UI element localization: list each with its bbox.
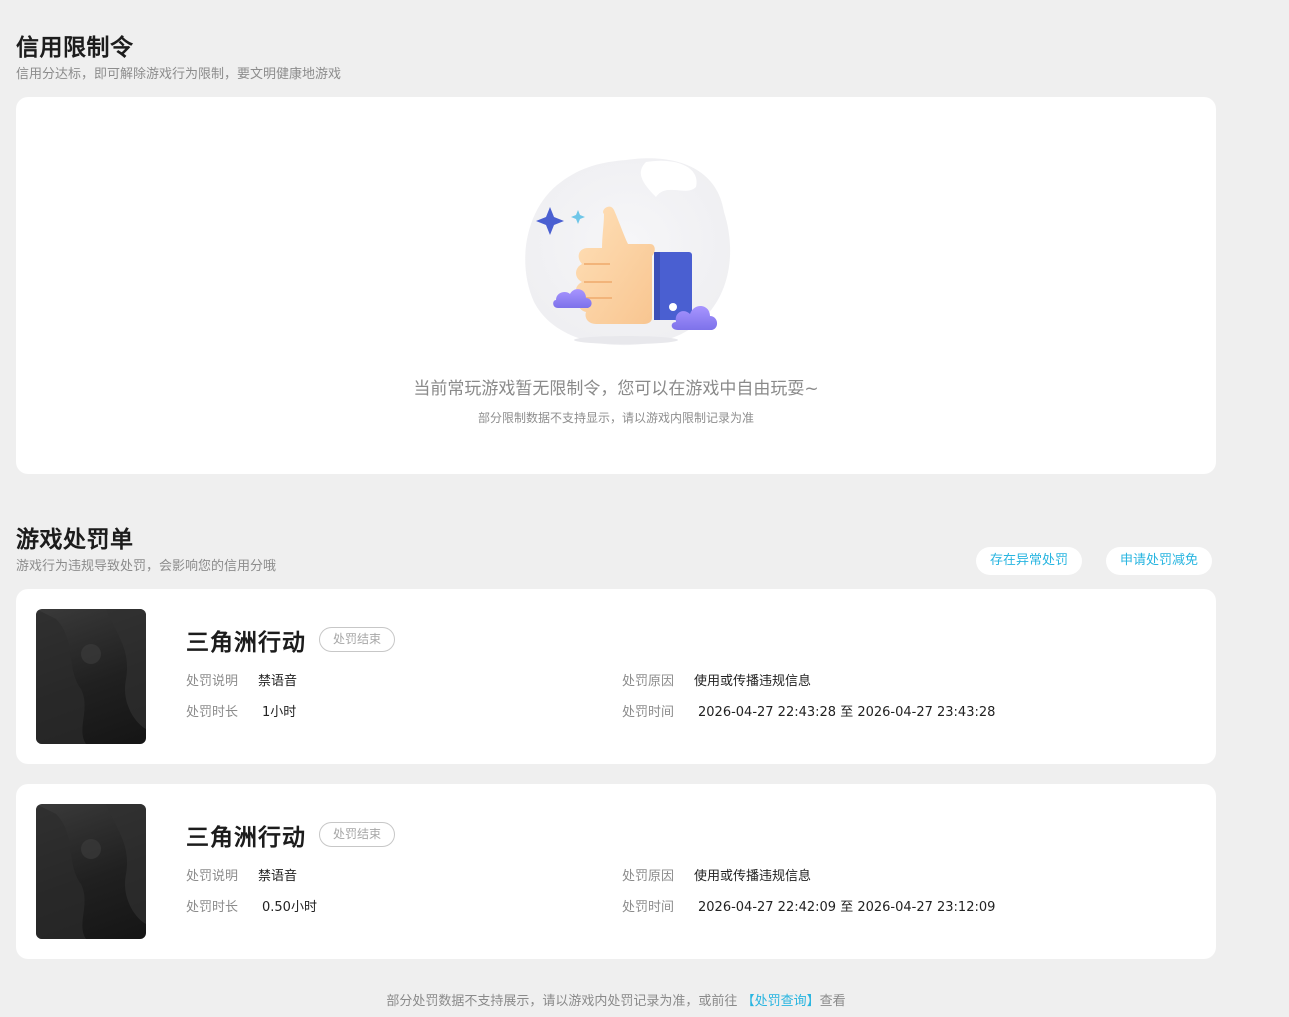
game-cover-art (36, 609, 146, 744)
status-badge: 处罚结束 (319, 822, 396, 847)
reason-label: 处罚原因 (622, 869, 675, 884)
credit-page: 信用限制令 信用分达标，即可解除游戏行为限制，要文明健康地游戏 当前常玩游戏暂无… (0, 0, 1289, 1017)
reason-value: 使用或传播违规信息 (694, 869, 812, 884)
restriction-title: 信用限制令 (16, 35, 134, 61)
game-cover-image (36, 609, 146, 744)
game-cover-art (36, 804, 146, 939)
footer-suffix: 查看 (819, 994, 846, 1009)
footer-text: 部分处罚数据不支持展示，请以游戏内处罚记录为准，或前往 (386, 994, 738, 1009)
duration-label: 处罚时长 (186, 705, 239, 720)
footer-note: 部分处罚数据不支持展示，请以游戏内处罚记录为准，或前往 【处罚查询】查看 (0, 990, 1232, 1009)
desc-value: 禁语音 (258, 869, 298, 884)
time-value: 2026-04-27 22:43:28 至 2026-04-27 23:43:2… (698, 705, 996, 720)
desc-label: 处罚说明 (186, 869, 239, 884)
game-name: 三角洲行动 (186, 825, 306, 851)
apply-reduction-button[interactable]: 申请处罚减免 (1106, 547, 1213, 575)
restriction-card: 当前常玩游戏暂无限制令，您可以在游戏中自由玩耍~ 部分限制数据不支持显示，请以游… (16, 97, 1216, 474)
empty-state-note: 部分限制数据不支持显示，请以游戏内限制记录为准 (477, 411, 754, 425)
desc-value: 禁语音 (258, 674, 298, 689)
time-label: 处罚时间 (622, 900, 675, 915)
reason-label: 处罚原因 (622, 674, 675, 689)
duration-value: 0.50小时 (262, 900, 317, 915)
penalty-title: 游戏处罚单 (16, 527, 134, 553)
time-value: 2026-04-27 22:42:09 至 2026-04-27 23:12:0… (698, 900, 996, 915)
penalty-card[interactable]: 三角洲行动 处罚结束 处罚说明 禁语音 处罚原因 使用或传播违规信息 处罚时长 … (16, 784, 1216, 959)
duration-label: 处罚时长 (186, 900, 239, 915)
abnormal-penalty-button[interactable]: 存在异常处罚 (976, 547, 1083, 575)
penalty-subtitle: 游戏行为违规导致处罚，会影响您的信用分哦 (16, 559, 277, 574)
restriction-subtitle: 信用分达标，即可解除游戏行为限制，要文明健康地游戏 (16, 67, 342, 82)
game-name: 三角洲行动 (186, 630, 306, 656)
status-badge: 处罚结束 (319, 627, 396, 652)
penalty-query-link[interactable]: 【处罚查询】 (742, 994, 820, 1009)
reason-value: 使用或传播违规信息 (694, 674, 812, 689)
game-cover-image (36, 804, 146, 939)
desc-label: 处罚说明 (186, 674, 239, 689)
penalty-card[interactable]: 三角洲行动 处罚结束 处罚说明 禁语音 处罚原因 使用或传播违规信息 处罚时长 … (16, 589, 1216, 764)
duration-value: 1小时 (262, 705, 297, 720)
time-label: 处罚时间 (622, 705, 675, 720)
thumbs-up-illustration (525, 158, 731, 346)
empty-state-message: 当前常玩游戏暂无限制令，您可以在游戏中自由玩耍~ (413, 379, 819, 399)
